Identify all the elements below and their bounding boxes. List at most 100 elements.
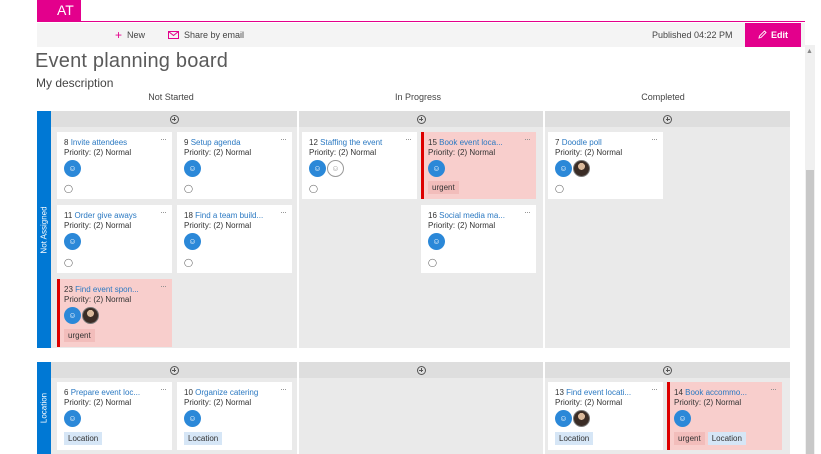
edit-label: Edit — [771, 30, 788, 40]
task-card[interactable]: 23 Find event spon... ··· Priority: (2) … — [57, 279, 172, 347]
user-icon[interactable]: ☺ — [64, 307, 81, 324]
priority-label: Priority: (2) Normal — [184, 148, 252, 157]
kanban-board: Not Assigned 8 Invite attendees ··· Prio… — [37, 111, 805, 454]
lane-label-not-assigned[interactable]: Not Assigned — [37, 111, 51, 348]
bucket-header — [299, 362, 543, 378]
checklist-icon: ◯ — [64, 258, 73, 267]
avatar[interactable] — [82, 307, 99, 324]
task-card[interactable]: 16 Social media ma... ··· Priority: (2) … — [421, 205, 536, 273]
label-urgent: urgent — [674, 432, 705, 445]
priority-label: Priority: (2) Normal — [184, 398, 252, 407]
task-card[interactable]: 7 Doodle poll ··· Priority: (2) Normal ☺… — [548, 132, 663, 199]
avatar[interactable] — [573, 160, 590, 177]
share-by-email-button[interactable]: Share by email — [168, 23, 244, 47]
bucket-in-progress-location — [299, 362, 543, 454]
add-task-icon[interactable] — [663, 114, 672, 124]
more-icon[interactable]: ··· — [405, 134, 412, 144]
label-location: Location — [184, 432, 223, 445]
user-icon[interactable]: ☺ — [555, 160, 572, 177]
priority-label: Priority: (2) Normal — [64, 295, 132, 304]
task-card[interactable]: 8 Invite attendees ··· Priority: (2) Nor… — [57, 132, 172, 199]
site-logo[interactable]: AT — [37, 0, 81, 22]
unknown-user-icon[interactable]: ☺ — [327, 160, 344, 177]
bucket-header — [299, 111, 543, 127]
user-icon[interactable]: ☺ — [555, 410, 572, 427]
task-title: Find a team build... — [195, 211, 264, 220]
more-icon[interactable]: ··· — [651, 384, 658, 394]
site-initials: AT — [57, 2, 74, 18]
task-title: Find event locati... — [566, 388, 632, 397]
task-title: Staffing the event — [320, 138, 383, 147]
more-icon[interactable]: ··· — [524, 134, 531, 144]
priority-label: Priority: (2) Normal — [555, 398, 623, 407]
user-icon[interactable]: ☺ — [428, 160, 445, 177]
priority-label: Priority: (2) Normal — [64, 148, 132, 157]
user-icon[interactable]: ☺ — [64, 410, 81, 427]
add-task-icon[interactable] — [663, 365, 672, 375]
bucket-header — [51, 111, 297, 127]
task-title: Doodle poll — [561, 138, 602, 147]
column-header-completed: Completed — [641, 92, 685, 102]
user-icon[interactable]: ☺ — [64, 233, 81, 250]
lane-label-location[interactable]: Location — [37, 362, 51, 454]
task-card[interactable]: 15 Book event loca... ··· Priority: (2) … — [421, 132, 536, 199]
add-task-icon[interactable] — [416, 365, 426, 375]
task-card[interactable]: 10 Organize catering ··· Priority: (2) N… — [177, 382, 292, 450]
task-card[interactable]: 14 Book accommo... ··· Priority: (2) Nor… — [667, 382, 782, 450]
task-card[interactable]: 12 Staffing the event ··· Priority: (2) … — [302, 132, 417, 199]
task-card[interactable]: 9 Setup agenda ··· Priority: (2) Normal … — [177, 132, 292, 199]
more-icon[interactable]: ··· — [160, 207, 167, 217]
bucket-completed: 7 Doodle poll ··· Priority: (2) Normal ☺… — [545, 111, 790, 348]
column-header-in-progress: In Progress — [394, 92, 442, 102]
priority-label: Priority: (2) Normal — [428, 221, 496, 230]
user-icon[interactable]: ☺ — [428, 233, 445, 250]
checklist-icon: ◯ — [309, 184, 318, 193]
add-task-icon[interactable] — [169, 114, 179, 124]
checklist-icon: ◯ — [555, 184, 564, 193]
user-icon[interactable]: ☺ — [184, 233, 201, 250]
user-icon[interactable]: ☺ — [674, 410, 691, 427]
checklist-icon: ◯ — [184, 258, 193, 267]
add-task-icon[interactable] — [169, 365, 179, 375]
mail-icon — [168, 29, 179, 41]
vertical-scrollbar[interactable]: ▲ — [805, 45, 815, 454]
checklist-icon: ◯ — [64, 184, 73, 193]
more-icon[interactable]: ··· — [160, 281, 167, 291]
add-task-icon[interactable] — [416, 114, 426, 124]
task-title: Order give aways — [74, 211, 137, 220]
task-title: Find event spon... — [75, 285, 139, 294]
more-icon[interactable]: ··· — [280, 207, 287, 217]
user-icon[interactable]: ☺ — [64, 160, 81, 177]
column-header-not-started: Not Started — [148, 92, 194, 102]
task-card[interactable]: 13 Find event locati... ··· Priority: (2… — [548, 382, 663, 450]
new-button[interactable]: + New — [115, 23, 145, 47]
page-description: My description — [36, 76, 114, 90]
published-status: Published 04:22 PM — [652, 30, 733, 40]
scroll-up-icon[interactable]: ▲ — [806, 48, 813, 55]
avatar[interactable] — [573, 410, 590, 427]
new-label: New — [127, 30, 146, 40]
bucket-header — [51, 362, 297, 378]
priority-label: Priority: (2) Normal — [184, 221, 252, 230]
label-location: Location — [555, 432, 594, 445]
task-card[interactable]: 11 Order give aways ··· Priority: (2) No… — [57, 205, 172, 273]
more-icon[interactable]: ··· — [770, 384, 777, 394]
user-icon[interactable]: ☺ — [309, 160, 326, 177]
checklist-icon: ◯ — [428, 258, 437, 267]
more-icon[interactable]: ··· — [280, 134, 287, 144]
task-card[interactable]: 18 Find a team build... ··· Priority: (2… — [177, 205, 292, 273]
user-icon[interactable]: ☺ — [184, 160, 201, 177]
more-icon[interactable]: ··· — [160, 134, 167, 144]
user-icon[interactable]: ☺ — [184, 410, 201, 427]
scroll-thumb[interactable] — [806, 170, 814, 454]
more-icon[interactable]: ··· — [651, 134, 658, 144]
more-icon[interactable]: ··· — [280, 384, 287, 394]
pencil-icon — [758, 29, 767, 41]
more-icon[interactable]: ··· — [524, 207, 531, 217]
priority-label: Priority: (2) Normal — [428, 148, 496, 157]
edit-button[interactable]: Edit — [745, 23, 801, 47]
page-title: Event planning board — [35, 50, 229, 72]
priority-label: Priority: (2) Normal — [309, 148, 377, 157]
more-icon[interactable]: ··· — [160, 384, 167, 394]
task-card[interactable]: 6 Prepare event loc... ··· Priority: (2)… — [57, 382, 172, 450]
